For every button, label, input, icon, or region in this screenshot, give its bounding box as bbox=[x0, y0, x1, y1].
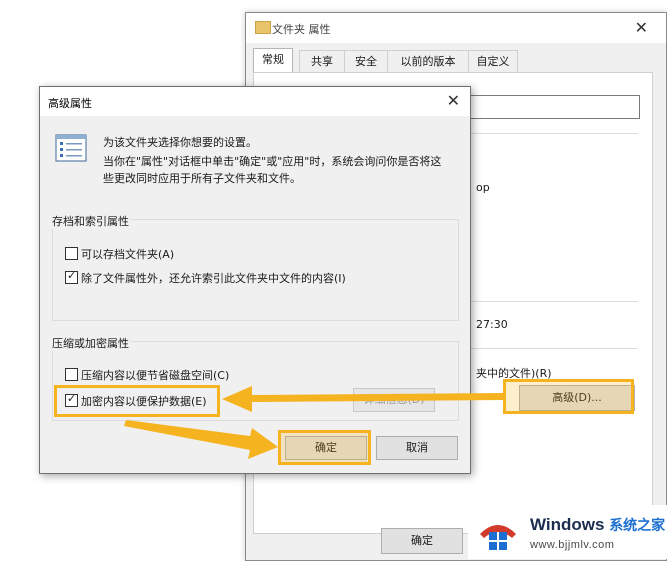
watermark-brand-cn: 系统之家 bbox=[609, 517, 666, 533]
arrow-to-encrypt-icon bbox=[222, 386, 503, 412]
annotation-arrows bbox=[124, 386, 503, 459]
arrow-to-ok-icon bbox=[124, 420, 278, 459]
watermark-brand: Windows 系统之家 bbox=[530, 515, 665, 535]
watermark: Windows 系统之家 www.bjjmlv.com bbox=[468, 505, 667, 559]
windows-logo-icon bbox=[480, 525, 516, 550]
watermark-url: www.bjjmlv.com bbox=[530, 539, 615, 551]
watermark-brand-en: Windows bbox=[530, 515, 605, 534]
